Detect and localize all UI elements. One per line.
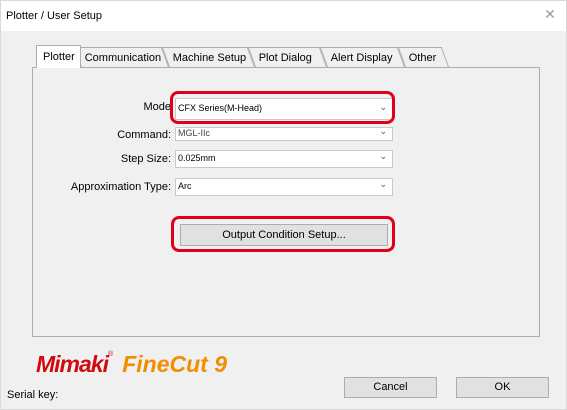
tab-communication[interactable]: Communication — [73, 47, 169, 67]
ok-button[interactable]: OK — [456, 377, 549, 398]
tab-plotter[interactable]: Plotter — [36, 45, 81, 68]
mimaki-logo-text: Mimaki — [36, 351, 109, 377]
tab-plot-dialog[interactable]: Plot Dialog — [247, 47, 327, 67]
tab-machine-setup[interactable]: Machine Setup — [161, 47, 255, 67]
tab-alert-display[interactable]: Alert Display — [319, 47, 405, 67]
chevron-down-icon: ⌄ — [379, 152, 387, 162]
mode-highlight-frame — [170, 91, 395, 124]
step-size-select[interactable]: 0.025mm ⌄ — [175, 150, 393, 168]
window-title: Plotter / User Setup — [6, 10, 102, 22]
trademark-symbol: ® — [107, 351, 114, 358]
tab-other[interactable]: Other — [397, 47, 449, 67]
title-bar: Plotter / User Setup ✕ — [1, 1, 566, 31]
close-icon[interactable]: ✕ — [542, 7, 558, 23]
plotter-user-setup-dialog: Plotter / User Setup ✕ Plotter Communica… — [0, 0, 567, 410]
tab-strip: Plotter Communication Machine Setup Plot… — [1, 45, 567, 68]
approximation-type-select[interactable]: Arc ⌄ — [175, 178, 393, 196]
mimaki-finecut-logo: Mimaki® FineCut 9 — [36, 351, 227, 377]
approximation-type-label: Approximation Type: — [70, 181, 171, 193]
serial-key-label: Serial key: — [7, 389, 59, 401]
command-select[interactable]: MGL-IIc ⌄ — [175, 127, 393, 141]
step-size-label: Step Size: — [120, 153, 171, 165]
mode-label: Mode — [143, 101, 171, 113]
chevron-down-icon: ⌄ — [379, 127, 387, 137]
chevron-down-icon: ⌄ — [379, 180, 387, 190]
finecut-logo-text: FineCut 9 — [122, 351, 227, 377]
output-condition-highlight-frame — [171, 216, 395, 252]
command-label: Command: — [117, 129, 171, 141]
cancel-button[interactable]: Cancel — [344, 377, 437, 398]
